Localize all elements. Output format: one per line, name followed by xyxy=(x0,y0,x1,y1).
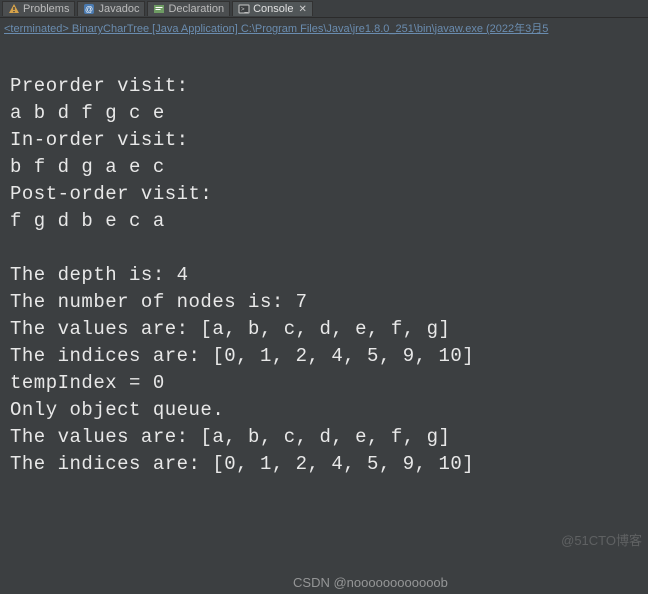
tab-javadoc[interactable]: @ Javadoc xyxy=(77,1,145,16)
tab-console[interactable]: >_ Console ✕ xyxy=(232,1,313,16)
console-line: Post-order visit: xyxy=(10,181,638,208)
terminated-status: <terminated> BinaryCharTree [Java Applic… xyxy=(0,18,648,38)
console-line: f g d b e c a xyxy=(10,208,638,235)
console-line: Preorder visit: xyxy=(10,73,638,100)
console-line xyxy=(10,46,638,73)
console-output: Preorder visit:a b d f g c e In-order vi… xyxy=(0,38,648,486)
svg-text:@: @ xyxy=(85,5,93,14)
watermark-bottom: CSDN @noooooooooooob xyxy=(293,575,448,590)
tab-problems[interactable]: Problems xyxy=(2,1,75,16)
console-line: The number of nodes is: 7 xyxy=(10,289,638,316)
console-line: b f d g a e c xyxy=(10,154,638,181)
console-icon: >_ xyxy=(238,3,250,15)
console-line: The indices are: [0, 1, 2, 4, 5, 9, 10] xyxy=(10,451,638,478)
console-line: The depth is: 4 xyxy=(10,262,638,289)
views-tab-bar: Problems @ Javadoc Declaration >_ Consol… xyxy=(0,0,648,18)
watermark-right: @51CTO博客 xyxy=(561,530,642,549)
tab-label: Javadoc xyxy=(98,3,139,15)
tab-label: Problems xyxy=(23,3,69,15)
console-line: In-order visit: xyxy=(10,127,638,154)
javadoc-icon: @ xyxy=(83,3,95,15)
console-line: tempIndex = 0 xyxy=(10,370,638,397)
console-line: a b d f g c e xyxy=(10,100,638,127)
console-line: Only object queue. xyxy=(10,397,638,424)
tab-label: Declaration xyxy=(168,3,224,15)
svg-text:>_: >_ xyxy=(241,7,249,13)
declaration-icon xyxy=(153,3,165,15)
warning-icon xyxy=(8,3,20,15)
console-line: The values are: [a, b, c, d, e, f, g] xyxy=(10,316,638,343)
tab-declaration[interactable]: Declaration xyxy=(147,1,230,16)
console-line xyxy=(10,235,638,262)
tab-label: Console xyxy=(253,3,293,15)
close-icon[interactable]: ✕ xyxy=(298,4,306,15)
console-line: The indices are: [0, 1, 2, 4, 5, 9, 10] xyxy=(10,343,638,370)
console-line: The values are: [a, b, c, d, e, f, g] xyxy=(10,424,638,451)
